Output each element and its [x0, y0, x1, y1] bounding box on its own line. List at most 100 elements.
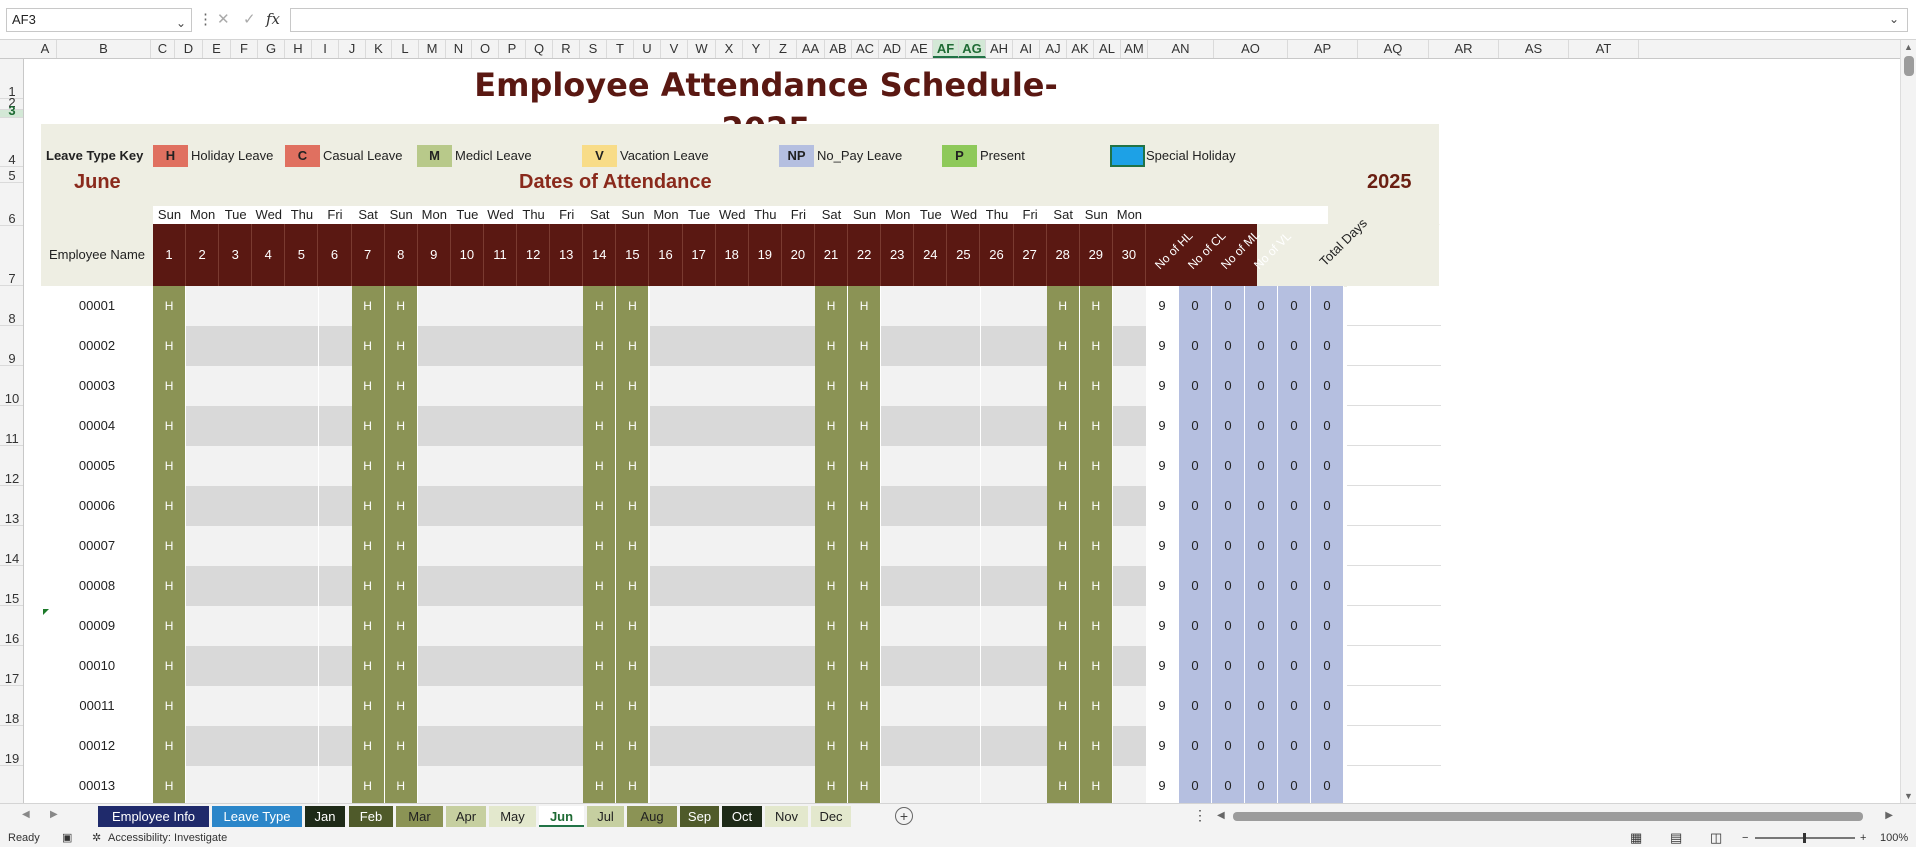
day-cell[interactable]: H: [153, 606, 187, 646]
day-cell[interactable]: [450, 286, 484, 326]
day-cell[interactable]: [947, 366, 981, 406]
day-cell[interactable]: H: [583, 766, 617, 803]
total-days-cell[interactable]: [1347, 686, 1441, 726]
row-header-1[interactable]: 1: [0, 59, 23, 99]
tab-feb[interactable]: Feb: [349, 806, 393, 827]
day-cell[interactable]: [781, 766, 815, 803]
day-cell[interactable]: H: [351, 646, 385, 686]
day-cell[interactable]: [980, 406, 1014, 446]
day-cell[interactable]: H: [384, 326, 418, 366]
row-header-5[interactable]: 5: [0, 167, 23, 183]
day-cell[interactable]: [947, 646, 981, 686]
day-cell[interactable]: [318, 606, 352, 646]
day-cell[interactable]: H: [384, 606, 418, 646]
day-cell[interactable]: [980, 326, 1014, 366]
column-header-p[interactable]: P: [499, 40, 526, 58]
tab-apr[interactable]: Apr: [446, 806, 486, 827]
column-header-q[interactable]: Q: [526, 40, 553, 58]
day-cell[interactable]: [682, 406, 716, 446]
day-cell[interactable]: H: [848, 686, 882, 726]
day-cell[interactable]: [715, 646, 749, 686]
day-cell[interactable]: [980, 366, 1014, 406]
column-header-f[interactable]: F: [231, 40, 258, 58]
day-cell[interactable]: H: [1079, 446, 1113, 486]
day-cell[interactable]: [417, 446, 451, 486]
day-cell[interactable]: [947, 766, 981, 803]
column-header-am[interactable]: AM: [1121, 40, 1148, 58]
day-cell[interactable]: H: [384, 486, 418, 526]
day-cell[interactable]: [450, 446, 484, 486]
day-cell[interactable]: [715, 286, 749, 326]
row-header-8[interactable]: 8: [0, 286, 23, 326]
day-cell[interactable]: [318, 326, 352, 366]
horizontal-scroll-thumb[interactable]: [1233, 812, 1863, 821]
zoom-slider-knob[interactable]: [1803, 833, 1806, 843]
day-cell[interactable]: [285, 446, 319, 486]
day-cell[interactable]: [649, 686, 683, 726]
day-cell[interactable]: H: [153, 486, 187, 526]
column-header-n[interactable]: N: [446, 40, 472, 58]
day-cell[interactable]: [947, 286, 981, 326]
employee-id[interactable]: 00005: [41, 446, 153, 486]
day-cell[interactable]: H: [1046, 726, 1080, 766]
day-cell[interactable]: [1112, 686, 1146, 726]
day-cell[interactable]: [517, 726, 551, 766]
total-days-cell[interactable]: [1347, 326, 1441, 366]
day-cell[interactable]: [682, 446, 716, 486]
day-cell[interactable]: [715, 366, 749, 406]
day-cell[interactable]: [748, 726, 782, 766]
row-header-14[interactable]: 14: [0, 526, 23, 566]
scroll-right-icon[interactable]: ▶: [1885, 810, 1893, 821]
column-header-b[interactable]: B: [57, 40, 151, 58]
formula-input[interactable]: ⌄: [290, 8, 1908, 32]
day-cell[interactable]: H: [1046, 646, 1080, 686]
day-cell[interactable]: H: [848, 326, 882, 366]
day-cell[interactable]: H: [351, 286, 385, 326]
day-cell[interactable]: H: [351, 486, 385, 526]
day-cell[interactable]: [186, 726, 220, 766]
day-cell[interactable]: H: [583, 646, 617, 686]
day-cell[interactable]: [219, 486, 253, 526]
day-cell[interactable]: [781, 326, 815, 366]
day-cell[interactable]: H: [815, 486, 849, 526]
day-cell[interactable]: [252, 286, 286, 326]
day-cell[interactable]: [980, 486, 1014, 526]
day-cell[interactable]: [484, 646, 518, 686]
tab-oct[interactable]: Oct: [722, 806, 762, 827]
day-cell[interactable]: [715, 526, 749, 566]
day-cell[interactable]: H: [616, 526, 650, 566]
day-cell[interactable]: [914, 766, 948, 803]
day-cell[interactable]: [450, 366, 484, 406]
row-header-13[interactable]: 13: [0, 486, 23, 526]
day-cell[interactable]: H: [583, 366, 617, 406]
date-header-19[interactable]: 19: [749, 224, 782, 286]
day-cell[interactable]: [881, 326, 915, 366]
date-header-16[interactable]: 16: [650, 224, 683, 286]
day-cell[interactable]: [682, 606, 716, 646]
row-header-6[interactable]: 6: [0, 183, 23, 226]
column-header-y[interactable]: Y: [743, 40, 770, 58]
column-header-al[interactable]: AL: [1094, 40, 1121, 58]
day-cell[interactable]: [450, 606, 484, 646]
day-cell[interactable]: H: [153, 366, 187, 406]
day-cell[interactable]: H: [815, 526, 849, 566]
day-cell[interactable]: H: [384, 366, 418, 406]
day-cell[interactable]: H: [583, 446, 617, 486]
column-header-o[interactable]: O: [472, 40, 499, 58]
row-header-9[interactable]: 9: [0, 326, 23, 366]
day-cell[interactable]: [252, 646, 286, 686]
day-cell[interactable]: [914, 286, 948, 326]
day-cell[interactable]: [186, 606, 220, 646]
column-header-w[interactable]: W: [688, 40, 716, 58]
day-cell[interactable]: [781, 526, 815, 566]
day-cell[interactable]: H: [848, 566, 882, 606]
day-cell[interactable]: [517, 646, 551, 686]
day-cell[interactable]: H: [616, 446, 650, 486]
day-cell[interactable]: [186, 526, 220, 566]
total-days-cell[interactable]: [1347, 446, 1441, 486]
day-cell[interactable]: [450, 766, 484, 803]
column-header-aq[interactable]: AQ: [1358, 40, 1429, 58]
column-header-ar[interactable]: AR: [1429, 40, 1499, 58]
day-cell[interactable]: [748, 606, 782, 646]
day-cell[interactable]: [484, 726, 518, 766]
